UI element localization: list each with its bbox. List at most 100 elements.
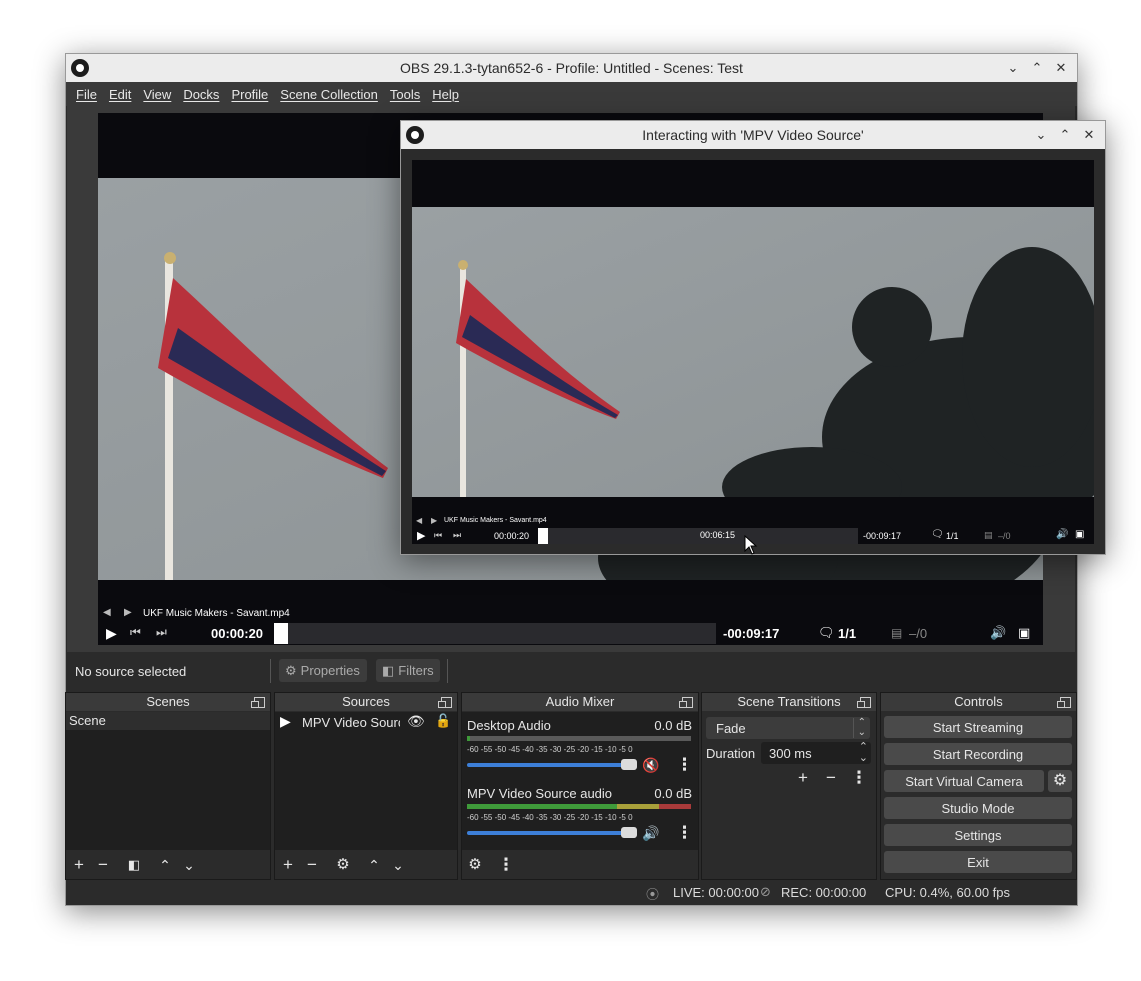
duration-input[interactable]: 300 ms ⌃ ⌄: [761, 742, 871, 764]
preview-progress-handle[interactable]: [274, 623, 288, 644]
scene-filters-icon[interactable]: ◧: [125, 857, 143, 873]
visibility-eye-icon[interactable]: 👁: [407, 713, 425, 730]
preview-seekbar[interactable]: ▶ ⏮ ⏭ 00:00:20 -00:09:17 🗨 1/1 ▤ –/0 🔊 ▣: [98, 622, 1043, 645]
toolbar-separator-2: [447, 659, 448, 683]
menu-view[interactable]: View: [137, 87, 177, 102]
channel-menu-icon[interactable]: ⋮: [676, 755, 693, 775]
minimize-icon[interactable]: ⌄: [1031, 125, 1051, 145]
play-icon[interactable]: ▶: [106, 625, 117, 642]
spinner-arrows-icon[interactable]: ⌃ ⌄: [859, 742, 868, 764]
dock-float-icon[interactable]: [251, 697, 265, 708]
lock-icon[interactable]: 🔓: [435, 713, 451, 729]
interact-skip-forward-icon[interactable]: ⏭: [453, 530, 461, 541]
dock-float-icon[interactable]: [1057, 697, 1071, 708]
mpv-next-icon[interactable]: ▶: [431, 516, 437, 525]
move-up-icon[interactable]: ⌃: [156, 857, 174, 873]
interact-fullscreen-icon[interactable]: ▣: [1075, 529, 1084, 540]
mpv-prev-icon[interactable]: ◀: [416, 516, 422, 525]
sources-list: ▶ MPV Video Source 👁 🔓: [275, 712, 457, 850]
volume-slider[interactable]: [467, 759, 637, 770]
source-item-label: MPV Video Source: [302, 715, 400, 730]
start-recording-button[interactable]: Start Recording: [884, 743, 1072, 765]
volume-slider[interactable]: [467, 827, 637, 838]
volume-icon[interactable]: 🔊: [990, 625, 1006, 641]
menu-help[interactable]: Help: [426, 87, 465, 102]
interact-canvas[interactable]: ◀ ▶ UKF Music Makers - Savant.mp4 ▶ ⏮ ⏭ …: [412, 160, 1094, 544]
recording-icon: ⊘: [760, 884, 771, 899]
add-transition-icon[interactable]: +: [794, 769, 812, 786]
volume-slider-handle[interactable]: [621, 827, 637, 838]
menu-scene-collection[interactable]: Scene Collection: [274, 87, 384, 102]
advanced-audio-gear-icon[interactable]: ⚙: [466, 857, 484, 873]
start-streaming-button[interactable]: Start Streaming: [884, 716, 1072, 738]
scene-transitions-dock: Scene Transitions Fade ⌃ ⌄ Duration 300 m…: [701, 692, 877, 880]
skip-forward-icon[interactable]: ⏭: [156, 625, 167, 640]
transition-select[interactable]: Fade ⌃ ⌄: [706, 717, 870, 739]
meter-scale: -60 -55 -50 -45 -40 -35 -30 -25 -20 -15 …: [467, 813, 633, 822]
interact-progress-track[interactable]: 00:06:15: [538, 528, 858, 544]
channel-menu-icon[interactable]: ⋮: [676, 823, 693, 843]
dock-float-icon[interactable]: [438, 697, 452, 708]
transition-menu-icon[interactable]: ⋮: [850, 769, 868, 786]
menu-docks[interactable]: Docks: [177, 87, 225, 102]
gear-icon: ⚙: [1052, 772, 1068, 789]
main-window-title: OBS 29.1.3-tytan652-6 - Profile: Untitle…: [400, 60, 743, 76]
scene-item[interactable]: Scene: [66, 712, 270, 730]
studio-mode-button[interactable]: Studio Mode: [884, 797, 1072, 819]
exit-button[interactable]: Exit: [884, 851, 1072, 873]
remove-scene-icon[interactable]: −: [94, 856, 112, 873]
menu-profile[interactable]: Profile: [225, 87, 274, 102]
mpv-next-icon[interactable]: ▶: [124, 607, 132, 618]
interact-skip-back-icon[interactable]: ⏮: [434, 530, 442, 541]
interact-video-frame: [412, 207, 1094, 497]
close-icon[interactable]: ✕: [1051, 58, 1071, 78]
maximize-icon[interactable]: ⌃: [1055, 125, 1075, 145]
menu-tools[interactable]: Tools: [384, 87, 426, 102]
source-toolbar: No source selected ⚙ Properties ◧ Filter…: [66, 656, 1075, 686]
minimize-icon[interactable]: ⌄: [1003, 58, 1023, 78]
volume-slider-handle[interactable]: [621, 759, 637, 770]
interact-progress-handle[interactable]: [538, 528, 548, 544]
virtual-camera-settings-button[interactable]: ⚙: [1048, 770, 1072, 792]
preview-progress-track[interactable]: [274, 623, 716, 644]
main-titlebar[interactable]: OBS 29.1.3-tytan652-6 - Profile: Untitle…: [66, 54, 1077, 82]
mixer-menu-icon[interactable]: ⋮: [497, 856, 515, 873]
start-virtual-camera-button[interactable]: Start Virtual Camera: [884, 770, 1044, 792]
source-properties-icon[interactable]: ⚙: [334, 857, 352, 873]
remove-transition-icon[interactable]: −: [822, 769, 840, 786]
properties-button[interactable]: ⚙ Properties: [279, 659, 367, 682]
mixer-area: Desktop Audio 0.0 dB -60 -55 -50 -45 -40…: [462, 712, 698, 850]
scenes-list: Scene: [66, 712, 270, 850]
sources-toolbar: + − ⚙ ⌃ ⌄: [275, 851, 457, 879]
fullscreen-icon[interactable]: ▣: [1018, 625, 1030, 641]
preview-time-remaining: -00:09:17: [723, 626, 780, 641]
add-source-icon[interactable]: +: [279, 856, 297, 873]
filters-button[interactable]: ◧ Filters: [376, 659, 440, 682]
properties-label: Properties: [300, 663, 360, 678]
interact-titlebar[interactable]: Interacting with 'MPV Video Source' ⌄ ⌃ …: [401, 121, 1105, 149]
speaker-icon[interactable]: 🔊: [642, 825, 659, 842]
obs-logo-icon: [71, 59, 89, 77]
interact-chat-icon: 🗨: [931, 529, 944, 540]
move-up-icon[interactable]: ⌃: [365, 857, 383, 873]
rec-status: REC: 00:00:00: [781, 885, 867, 900]
move-down-icon[interactable]: ⌄: [389, 857, 407, 873]
duration-label: Duration: [706, 746, 756, 761]
dock-float-icon[interactable]: [857, 697, 871, 708]
menu-edit[interactable]: Edit: [103, 87, 137, 102]
source-item[interactable]: ▶ MPV Video Source 👁 🔓: [275, 712, 457, 732]
muted-speaker-icon[interactable]: 🔇: [642, 757, 659, 774]
dock-float-icon[interactable]: [679, 697, 693, 708]
interact-play-icon[interactable]: ▶: [417, 529, 425, 542]
interact-volume-icon[interactable]: 🔊: [1056, 529, 1068, 540]
settings-button[interactable]: Settings: [884, 824, 1072, 846]
add-scene-icon[interactable]: +: [70, 856, 88, 873]
mpv-prev-icon[interactable]: ◀: [103, 607, 111, 618]
skip-back-icon[interactable]: ⏮: [130, 625, 141, 640]
move-down-icon[interactable]: ⌄: [180, 857, 198, 873]
interact-time-current: 00:00:20: [494, 531, 530, 541]
close-icon[interactable]: ✕: [1079, 125, 1099, 145]
maximize-icon[interactable]: ⌃: [1027, 58, 1047, 78]
remove-source-icon[interactable]: −: [303, 856, 321, 873]
menu-file[interactable]: File: [70, 87, 103, 102]
